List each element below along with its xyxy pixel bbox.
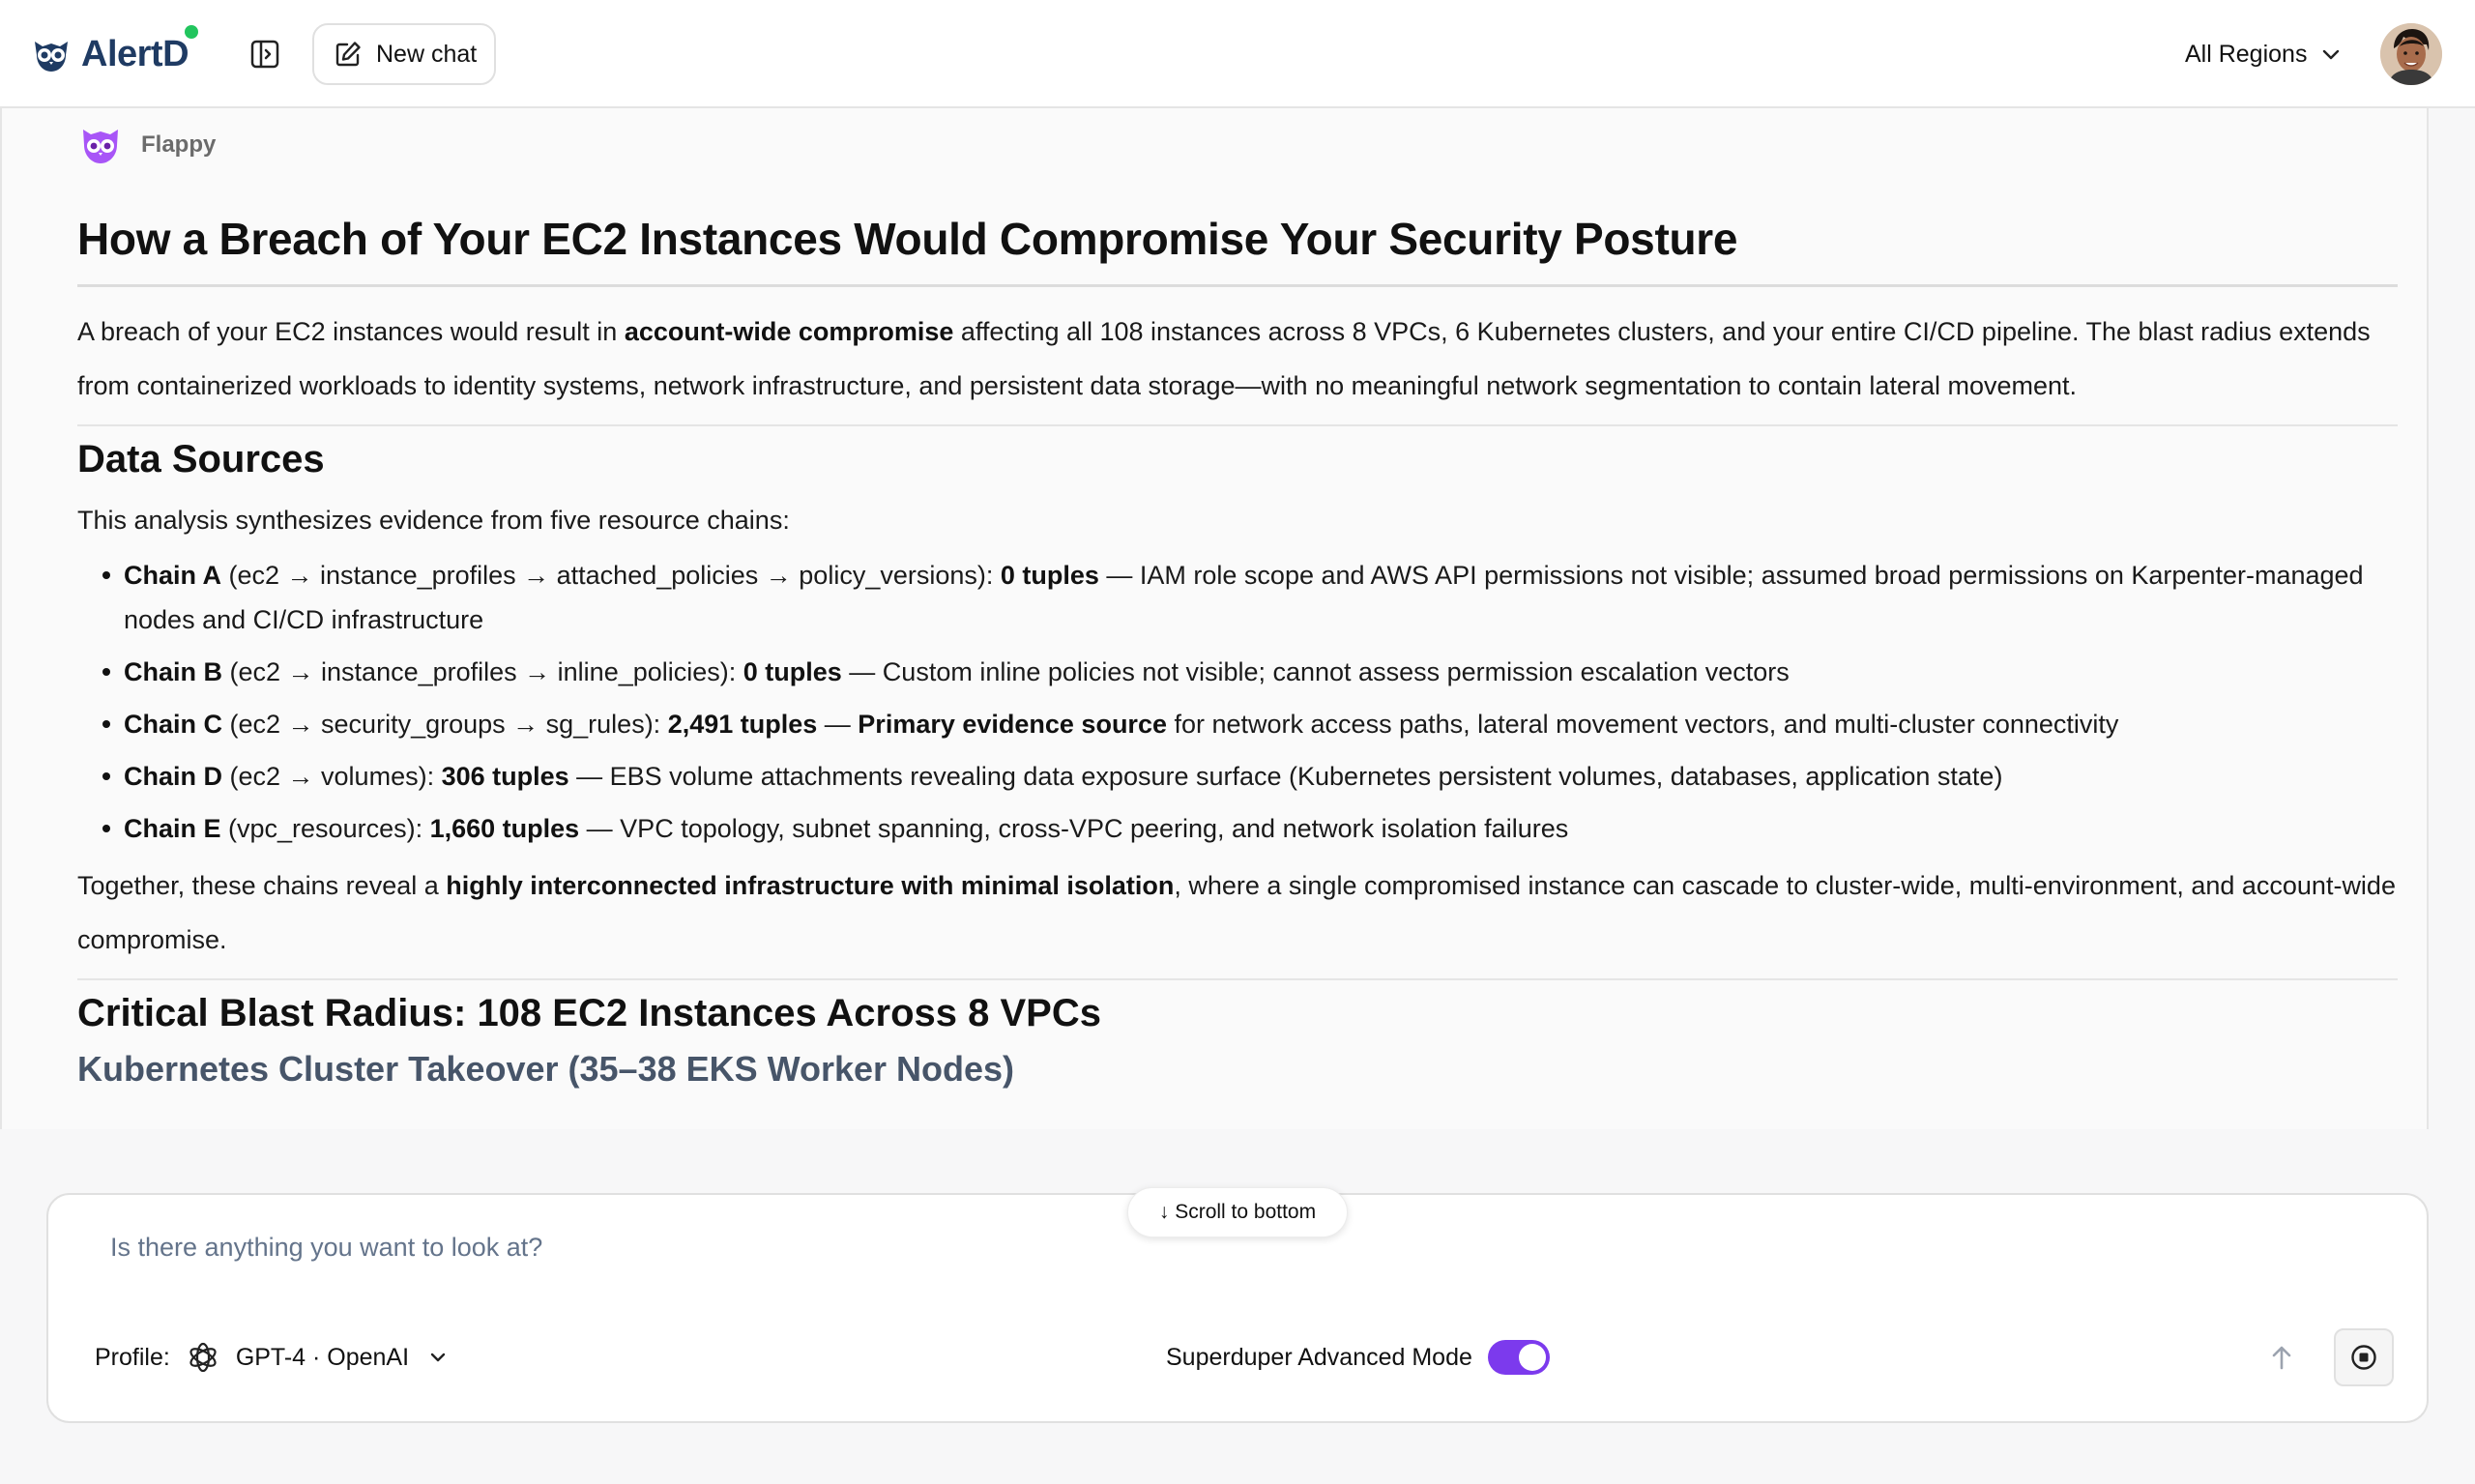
stop-icon (2351, 1345, 2376, 1370)
chain-desc-bold: Primary evidence source (858, 710, 1167, 739)
section-divider (77, 978, 2398, 980)
chain-desc: — VPC topology, subnet spanning, cross-V… (579, 814, 1569, 843)
chain-count: 2,491 tuples (667, 710, 818, 739)
send-button[interactable] (2262, 1338, 2301, 1377)
advanced-mode-toggle[interactable] (1487, 1340, 1550, 1375)
chain-name: Chain E (124, 814, 221, 843)
together-bold: highly interconnected infrastructure wit… (446, 871, 1175, 900)
data-sources-lead: This analysis synthesizes evidence from … (77, 506, 790, 535)
chain-path: (ec2 → instance_profiles → attached_poli… (221, 561, 1001, 590)
chain-count: 0 tuples (1000, 561, 1099, 590)
new-chat-label: New chat (376, 40, 478, 68)
chain-name: Chain D (124, 762, 223, 791)
intro-pre: A breach of your EC2 instances would res… (77, 317, 625, 346)
region-selector[interactable]: All Regions (2185, 33, 2342, 75)
list-item: Chain E (vpc_resources): 1,660 tuples — … (102, 806, 2398, 851)
chain-desc: — EBS volume attachments revealing data … (568, 762, 2003, 791)
blast-radius-heading: Critical Blast Radius: 108 EC2 Instances… (77, 992, 1101, 1034)
list-item: Chain B (ec2 → instance_profiles → inlin… (102, 650, 2398, 694)
advanced-mode-label: Superduper Advanced Mode (1166, 1343, 1472, 1371)
chain-count: 306 tuples (441, 762, 569, 791)
chain-count: 0 tuples (742, 657, 842, 686)
chain-dash: — (817, 710, 859, 739)
section-divider (77, 424, 2398, 426)
list-item: Chain A (ec2 → instance_profiles → attac… (102, 553, 2398, 642)
chain-path: (ec2 → volumes): (222, 762, 442, 791)
chain-path: (ec2 → security_groups → sg_rules): (222, 710, 668, 739)
chains-list: Chain A (ec2 → instance_profiles → attac… (77, 553, 2398, 851)
chevron-down-icon (430, 1353, 446, 1362)
owl-logo-icon (35, 42, 68, 72)
edit-icon (335, 42, 361, 67)
chain-desc: — Custom inline policies not visible; ca… (841, 657, 1790, 686)
author-name: Flappy (141, 131, 217, 158)
toggle-knob (1518, 1344, 1546, 1371)
together-paragraph: Together, these chains reveal a highly i… (77, 858, 2398, 967)
message-title: How a Breach of Your EC2 Instances Would… (77, 213, 2398, 287)
together-pre: Together, these chains reveal a (77, 871, 447, 900)
kubernetes-heading: Kubernetes Cluster Takeover (35–38 EKS W… (77, 1049, 1015, 1089)
alertd-logo[interactable]: AlertD (31, 25, 199, 83)
data-sources-heading: Data Sources (77, 438, 325, 480)
top-header: AlertD New chat All Regions (0, 0, 2475, 108)
profile-dropdown[interactable]: GPT-4 · OpenAI (186, 1340, 451, 1375)
new-chat-button[interactable]: New chat (312, 23, 497, 85)
list-item: Chain D (ec2 → volumes): 306 tuples — EB… (102, 754, 2398, 799)
intro-bold: account-wide compromise (624, 317, 954, 346)
region-label: All Regions (2185, 40, 2308, 68)
scroll-to-bottom-button[interactable]: ↓ Scroll to bottom (1127, 1187, 1348, 1237)
logo-text: AlertD (81, 33, 189, 74)
chain-name: Chain B (124, 657, 223, 686)
status-dot (185, 25, 199, 39)
user-photo (2380, 23, 2442, 85)
arrow-up-icon (2272, 1346, 2291, 1370)
sidebar-toggle-button[interactable] (246, 35, 284, 73)
profile-selector: Profile: GPT-4 · OpenAI (95, 1336, 451, 1379)
owl-icon (83, 130, 118, 163)
scroll-to-bottom-label: ↓ Scroll to bottom (1158, 1201, 1317, 1223)
advanced-mode: Superduper Advanced Mode (1166, 1336, 1550, 1379)
chain-name: Chain A (124, 561, 221, 590)
chevron-down-icon (2323, 49, 2340, 60)
intro-paragraph: A breach of your EC2 instances would res… (77, 305, 2398, 413)
assistant-author: Flappy (79, 124, 216, 166)
openai-icon (189, 1342, 217, 1373)
chain-desc: for network access paths, lateral moveme… (1166, 710, 2119, 739)
list-item: Chain C (ec2 → security_groups → sg_rule… (102, 702, 2398, 746)
assistant-message: How a Breach of Your EC2 Instances Would… (77, 213, 2398, 1090)
chain-name: Chain C (124, 710, 223, 739)
chain-count: 1,660 tuples (429, 814, 580, 843)
profile-label: Profile: (95, 1343, 170, 1371)
user-avatar[interactable] (2380, 23, 2442, 85)
chain-path: (vpc_resources): (220, 814, 430, 843)
stop-button[interactable] (2334, 1328, 2394, 1386)
chain-path: (ec2 → instance_profiles → inline_polici… (222, 657, 743, 686)
profile-value: GPT-4 · OpenAI (235, 1343, 410, 1371)
sidebar-toggle-icon (250, 40, 279, 69)
